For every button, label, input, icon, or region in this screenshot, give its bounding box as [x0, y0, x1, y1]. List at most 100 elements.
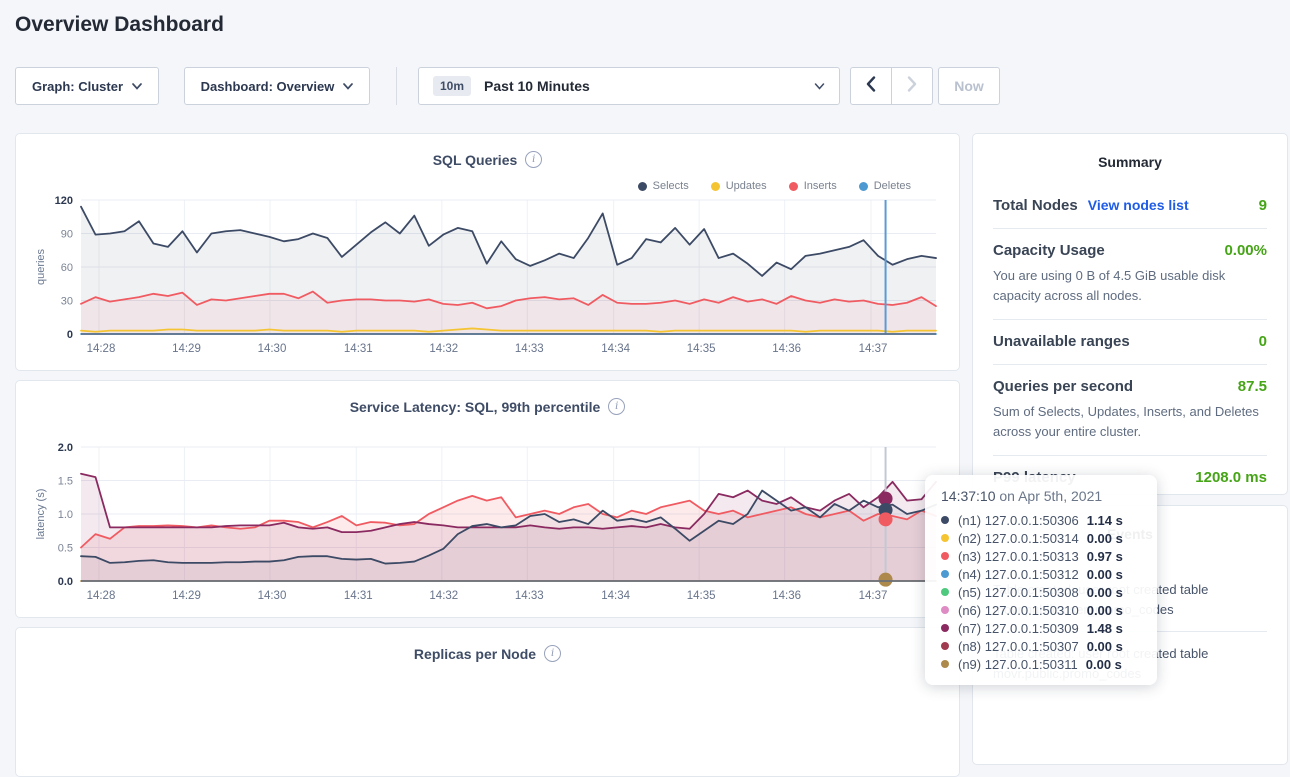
svg-text:0: 0 — [67, 329, 73, 341]
tooltip-node-label: (n8) 127.0.0.1:50307 — [958, 639, 1079, 654]
tooltip-rows: (n1) 127.0.0.1:503061.14 s(n2) 127.0.0.1… — [941, 511, 1141, 673]
svg-text:2.0: 2.0 — [58, 442, 73, 454]
svg-text:0.5: 0.5 — [58, 543, 73, 555]
svg-text:14:32: 14:32 — [429, 590, 458, 602]
chevron-down-icon — [343, 83, 353, 90]
tooltip-row: (n7) 127.0.0.1:50309 1.48 s — [941, 619, 1141, 637]
tooltip-node-value: 0.00 s — [1087, 603, 1123, 618]
chevron-down-icon — [814, 83, 825, 90]
sql-queries-chart[interactable]: 0306090120queries14:2814:2914:3014:3114:… — [30, 190, 950, 366]
tooltip-row: (n4) 127.0.0.1:503120.00 s — [941, 565, 1141, 583]
summary-row: Total NodesView nodes list9 — [993, 184, 1267, 229]
series-dot-icon — [941, 534, 949, 542]
svg-text:1.5: 1.5 — [58, 476, 73, 488]
time-range-badge: 10m — [433, 76, 471, 96]
tooltip-node-label: (n3) 127.0.0.1:50313 — [958, 549, 1079, 564]
svg-text:14:34: 14:34 — [601, 343, 630, 355]
svg-text:14:36: 14:36 — [772, 590, 801, 602]
chart-hover-tooltip: 14:37:10 on Apr 5th, 2021 (n1) 127.0.0.1… — [925, 475, 1157, 685]
info-icon[interactable]: i — [608, 398, 625, 415]
summary-row: Capacity Usage0.00%You are using 0 B of … — [993, 229, 1267, 320]
view-nodes-list-link[interactable]: View nodes list — [1088, 197, 1189, 213]
tooltip-node-value: 0.97 s — [1087, 549, 1123, 564]
tooltip-node-label: (n7) 127.0.0.1:50309 — [958, 621, 1079, 636]
chevron-left-icon — [866, 76, 876, 97]
summary-row: Queries per second87.5Sum of Selects, Up… — [993, 365, 1267, 456]
tooltip-node-label: (n5) 127.0.0.1:50308 — [958, 585, 1079, 600]
svg-text:14:28: 14:28 — [87, 343, 116, 355]
graph-dropdown-label: Graph: Cluster — [32, 79, 123, 94]
summary-row-value: 87.5 — [1238, 378, 1267, 395]
tooltip-node-value: 0.00 s — [1087, 531, 1123, 546]
chevron-right-icon — [907, 76, 917, 97]
svg-text:14:34: 14:34 — [601, 590, 630, 602]
tooltip-node-label: (n9) 127.0.0.1:50311 — [958, 657, 1078, 672]
tooltip-row: (n5) 127.0.0.1:50308 0.00 s — [941, 583, 1141, 601]
summary-row-label: Total Nodes — [993, 197, 1078, 214]
time-range-dropdown[interactable]: 10m Past 10 Minutes — [418, 67, 840, 105]
tooltip-row: (n8) 127.0.0.1:50307 0.00 s — [941, 637, 1141, 655]
svg-text:0.0: 0.0 — [58, 576, 73, 588]
chevron-down-icon — [132, 83, 142, 90]
replicas-per-node-card: Replicas per Node i — [15, 627, 960, 777]
sql-queries-card: SQL Queries i SelectsUpdatesInsertsDelet… — [15, 133, 960, 371]
summary-row-label: Unavailable ranges — [993, 333, 1130, 350]
svg-text:120: 120 — [55, 195, 73, 207]
svg-text:latency (s): latency (s) — [35, 489, 47, 540]
tooltip-timestamp: 14:37:10 on Apr 5th, 2021 — [941, 488, 1141, 504]
tooltip-node-value: 0.00 s — [1087, 639, 1123, 654]
graph-dropdown[interactable]: Graph: Cluster — [15, 67, 159, 105]
svg-text:14:30: 14:30 — [258, 343, 287, 355]
time-range-label: Past 10 Minutes — [484, 78, 805, 94]
svg-text:14:29: 14:29 — [172, 590, 201, 602]
dashboard-dropdown-label: Dashboard: Overview — [201, 79, 335, 94]
summary-row-subtext: Sum of Selects, Updates, Inserts, and De… — [993, 402, 1267, 441]
summary-panel: Summary Total NodesView nodes list9Capac… — [972, 133, 1288, 495]
svg-text:14:33: 14:33 — [515, 343, 544, 355]
series-dot-icon — [941, 660, 949, 668]
svg-text:14:37: 14:37 — [859, 343, 888, 355]
svg-text:30: 30 — [61, 296, 73, 308]
svg-text:14:28: 14:28 — [87, 590, 116, 602]
replicas-per-node-title: Replicas per Node — [414, 646, 536, 662]
controls-divider — [396, 67, 397, 105]
summary-row-label: Capacity Usage — [993, 242, 1105, 259]
sql-queries-title: SQL Queries — [433, 152, 518, 168]
tooltip-row: (n6) 127.0.0.1:50310 0.00 s — [941, 601, 1141, 619]
series-dot-icon — [941, 516, 949, 524]
now-button[interactable]: Now — [938, 67, 1000, 105]
tooltip-node-value: 1.48 s — [1087, 621, 1123, 636]
series-dot-icon — [941, 642, 949, 650]
svg-text:14:32: 14:32 — [429, 343, 458, 355]
svg-text:queries: queries — [35, 248, 47, 285]
time-next-button[interactable] — [891, 67, 933, 105]
summary-title: Summary — [973, 154, 1287, 170]
service-latency-card: Service Latency: SQL, 99th percentile i … — [15, 380, 960, 618]
tooltip-date: on Apr 5th, 2021 — [999, 488, 1102, 504]
svg-text:14:29: 14:29 — [172, 343, 201, 355]
svg-text:14:37: 14:37 — [859, 590, 888, 602]
tooltip-node-value: 0.00 s — [1087, 585, 1123, 600]
svg-text:14:36: 14:36 — [772, 343, 801, 355]
summary-rows: Total NodesView nodes list9Capacity Usag… — [973, 170, 1287, 500]
svg-text:14:33: 14:33 — [515, 590, 544, 602]
tooltip-time: 14:37:10 — [941, 488, 996, 504]
summary-row-subtext: You are using 0 B of 4.5 GiB usable disk… — [993, 266, 1267, 305]
info-icon[interactable]: i — [544, 645, 561, 662]
tooltip-row: (n1) 127.0.0.1:503061.14 s — [941, 511, 1141, 529]
tooltip-row: (n9) 127.0.0.1:50311 0.00 s — [941, 655, 1141, 673]
tooltip-node-label: (n4) 127.0.0.1:50312 — [958, 567, 1079, 582]
summary-row-value: 0 — [1259, 333, 1267, 350]
service-latency-title: Service Latency: SQL, 99th percentile — [350, 399, 601, 415]
tooltip-node-label: (n6) 127.0.0.1:50310 — [958, 603, 1079, 618]
page-title: Overview Dashboard — [15, 13, 224, 37]
svg-text:14:31: 14:31 — [344, 590, 373, 602]
summary-row: Unavailable ranges 0 — [993, 320, 1267, 365]
dashboard-dropdown[interactable]: Dashboard: Overview — [184, 67, 370, 105]
time-prev-button[interactable] — [850, 67, 892, 105]
tooltip-node-label: (n1) 127.0.0.1:50306 — [958, 513, 1079, 528]
info-icon[interactable]: i — [525, 151, 542, 168]
service-latency-chart[interactable]: 0.00.51.01.52.0latency (s)14:2814:2914:3… — [30, 437, 950, 613]
tooltip-node-value: 0.00 s — [1086, 657, 1122, 672]
svg-text:14:30: 14:30 — [258, 590, 287, 602]
